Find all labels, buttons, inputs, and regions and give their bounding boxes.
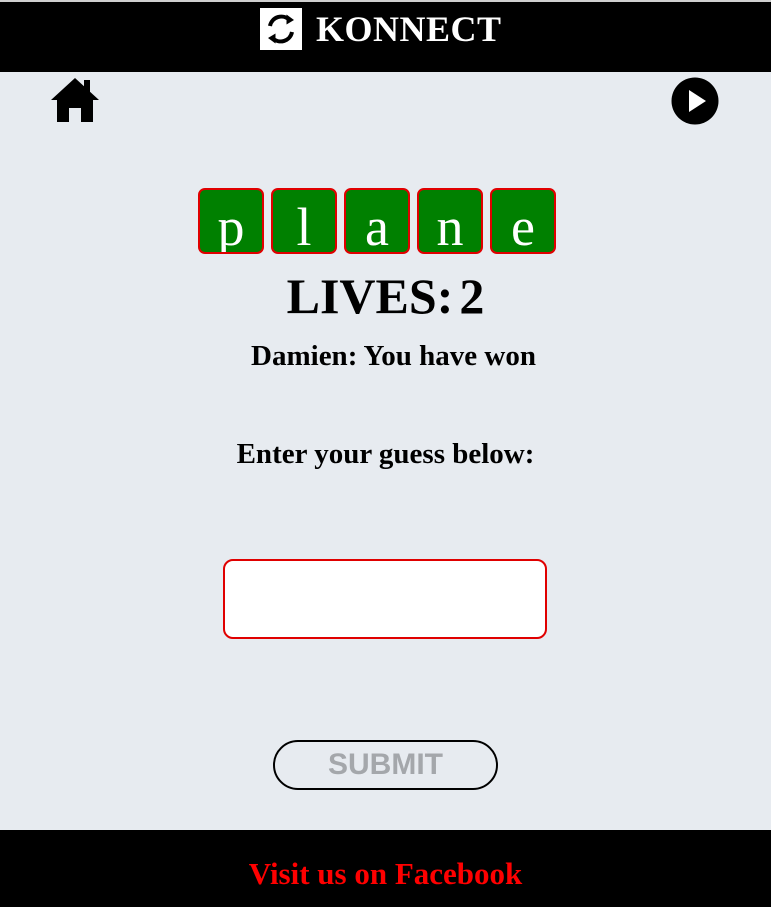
- app-title: KONNECT: [316, 9, 502, 49]
- lives-value: 2: [459, 268, 485, 324]
- word-tiles: p l a n e: [198, 188, 556, 254]
- home-icon: [51, 78, 99, 122]
- letter-tile: p: [198, 188, 264, 254]
- guess-prompt: Enter your guess below:: [236, 438, 535, 470]
- letter-tile: l: [271, 188, 337, 254]
- app-footer: Visit us on Facebook: [0, 830, 771, 907]
- refresh-arrows-icon: [260, 8, 302, 50]
- letter-tile: n: [417, 188, 483, 254]
- home-button[interactable]: [50, 76, 100, 124]
- letter-tile: e: [490, 188, 556, 254]
- status-message: Damien: You have won: [251, 340, 536, 372]
- lives-counter: LIVES: 2: [0, 268, 771, 324]
- play-icon: [671, 77, 719, 125]
- app-header: KONNECT: [0, 0, 771, 72]
- facebook-link[interactable]: Visit us on Facebook: [0, 854, 771, 894]
- lives-label: LIVES:: [286, 268, 454, 324]
- play-button[interactable]: [671, 77, 719, 125]
- submit-button[interactable]: SUBMIT: [273, 740, 498, 790]
- guess-input[interactable]: [223, 559, 547, 639]
- letter-tile: a: [344, 188, 410, 254]
